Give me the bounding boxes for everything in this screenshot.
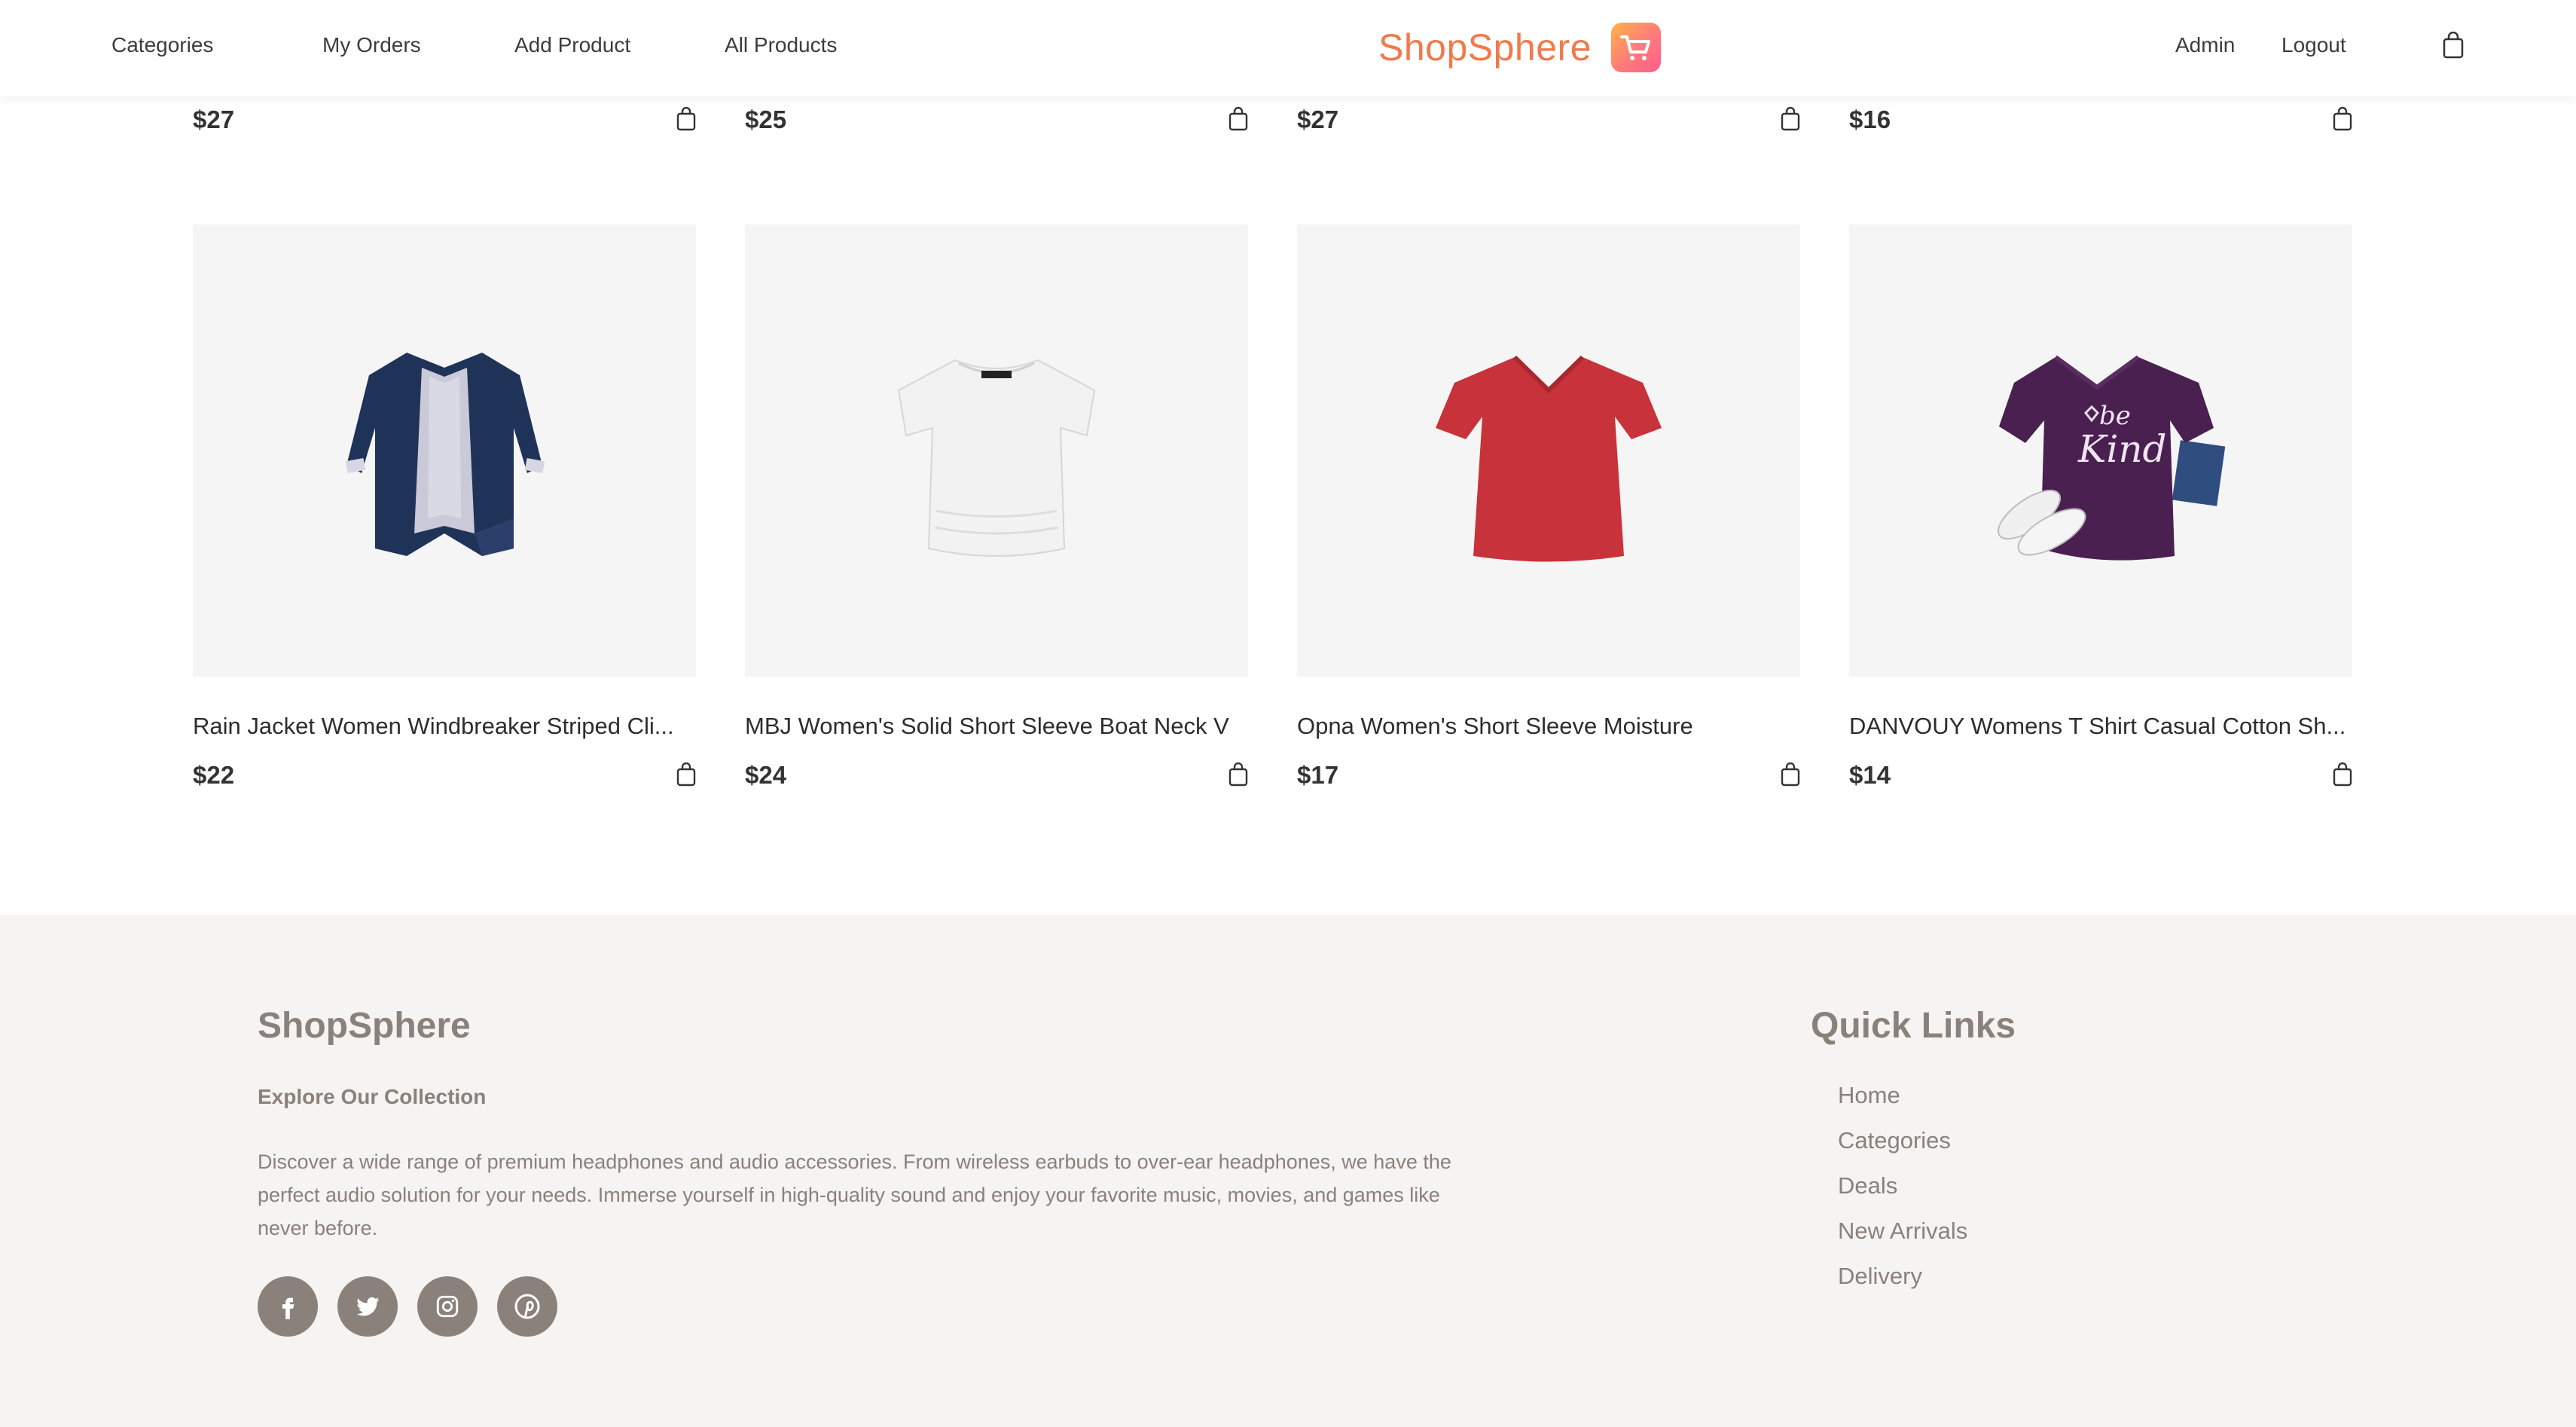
quick-link-categories[interactable]: Categories <box>1838 1127 1951 1154</box>
nav-all-products-link[interactable]: All Products <box>725 33 837 57</box>
site-footer: ShopSphere Explore Our Collection Discov… <box>0 915 2576 1427</box>
nav-admin-link[interactable]: Admin <box>2175 33 2235 57</box>
add-to-cart-bag-icon[interactable] <box>2333 106 2352 131</box>
top-navbar: Categories My Orders Add Product All Pro… <box>0 0 2576 96</box>
quick-link-new-arrivals[interactable]: New Arrivals <box>1838 1218 1967 1244</box>
product-title[interactable]: Rain Jacket Women Windbreaker Striped Cl… <box>193 713 696 740</box>
product-title[interactable]: MBJ Women's Solid Short Sleeve Boat Neck… <box>745 713 1248 740</box>
add-to-cart-bag-icon[interactable] <box>676 106 696 131</box>
brand-logo-link[interactable]: ShopSphere <box>1378 21 1662 74</box>
add-to-cart-bag-icon[interactable] <box>1228 106 1248 131</box>
product-card[interactable]: MBJ Women's Solid Short Sleeve Boat Neck… <box>745 225 1248 799</box>
nav-logout-link[interactable]: Logout <box>2281 33 2346 57</box>
quick-link-home[interactable]: Home <box>1838 1082 1900 1108</box>
product-image-white-tshirt[interactable] <box>745 225 1248 677</box>
pinterest-icon[interactable] <box>497 1276 557 1337</box>
product-title[interactable]: DANVOUY Womens T Shirt Casual Cotton Sh.… <box>1849 713 2352 740</box>
product-title[interactable]: Opna Women's Short Sleeve Moisture <box>1297 713 1800 740</box>
add-to-cart-bag-icon[interactable] <box>2333 762 2352 787</box>
product-price: $27 <box>193 105 235 133</box>
product-price: $16 <box>1849 105 1891 133</box>
brand-name: ShopSphere <box>1378 26 1592 69</box>
product-price: $17 <box>1297 761 1339 789</box>
add-to-cart-bag-icon[interactable] <box>676 762 696 787</box>
product-image-purple-tshirt[interactable]: be Kind <box>1849 225 2352 677</box>
footer-subtitle: Explore Our Collection <box>258 1085 487 1108</box>
instagram-icon[interactable] <box>417 1276 478 1337</box>
add-to-cart-bag-icon[interactable] <box>1781 106 1800 131</box>
social-links <box>258 1276 557 1337</box>
quick-link-deals[interactable]: Deals <box>1838 1172 1897 1199</box>
product-card[interactable]: be Kind DANVOUY Womens T Shirt Casual Co… <box>1849 225 2352 799</box>
footer-brand-name: ShopSphere <box>258 1006 471 1046</box>
product-price: $27 <box>1297 105 1339 133</box>
svg-text:Kind: Kind <box>2077 427 2167 471</box>
product-image-navy-jacket[interactable] <box>193 225 696 677</box>
cart-bag-icon[interactable] <box>2442 31 2465 59</box>
svg-text:be: be <box>2099 401 2131 431</box>
previous-products-row: $27 $25 $27 $16 <box>0 105 2576 143</box>
quick-link-delivery[interactable]: Delivery <box>1838 1263 1922 1289</box>
product-image-red-tshirt[interactable] <box>1297 225 1800 677</box>
shopping-cart-logo-icon <box>1611 23 1662 72</box>
add-to-cart-bag-icon[interactable] <box>1228 762 1248 787</box>
product-price: $14 <box>1849 761 1891 789</box>
add-to-cart-bag-icon[interactable] <box>1781 762 1800 787</box>
nav-add-product-link[interactable]: Add Product <box>514 33 630 57</box>
facebook-icon[interactable] <box>258 1276 318 1337</box>
product-price: $25 <box>745 105 787 133</box>
product-card[interactable]: Rain Jacket Women Windbreaker Striped Cl… <box>193 225 696 799</box>
footer-description: Discover a wide range of premium headpho… <box>258 1150 1451 1239</box>
product-price: $24 <box>745 761 787 789</box>
twitter-icon[interactable] <box>337 1276 398 1337</box>
quick-links-list: Home Categories Deals New Arrivals Deliv… <box>1838 1080 1967 1306</box>
product-price: $22 <box>193 761 235 789</box>
quick-links-title: Quick Links <box>1811 1006 2016 1046</box>
product-card[interactable]: Opna Women's Short Sleeve Moisture $17 <box>1297 225 1800 799</box>
nav-categories-link[interactable]: Categories <box>111 33 213 57</box>
nav-my-orders-link[interactable]: My Orders <box>322 33 421 57</box>
